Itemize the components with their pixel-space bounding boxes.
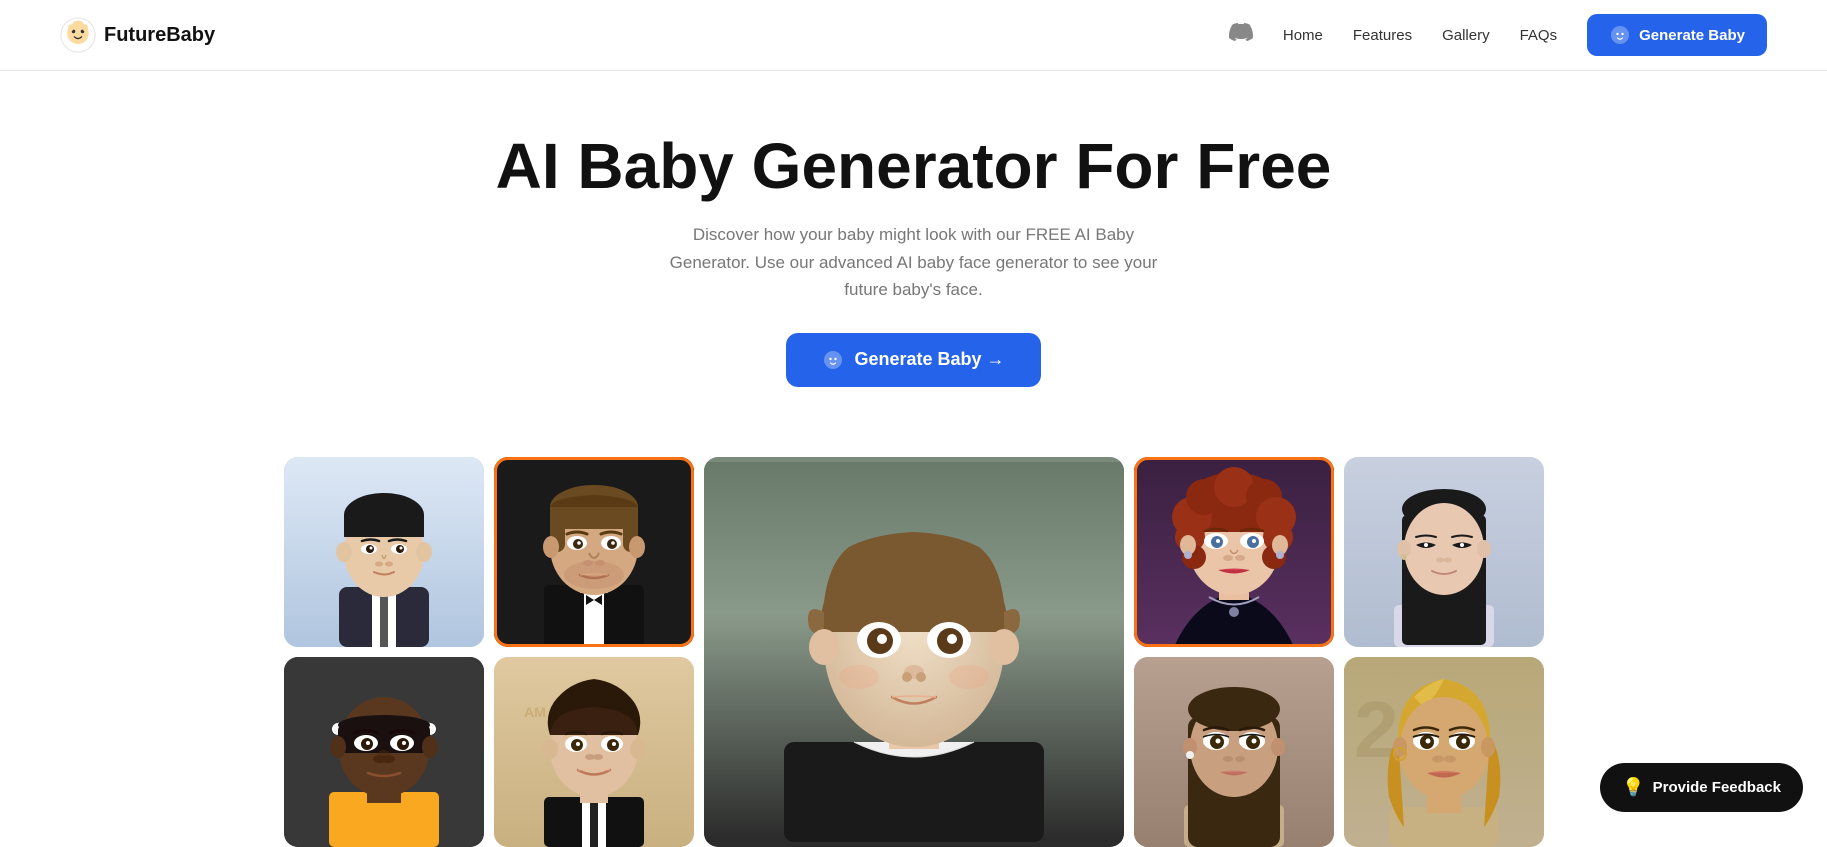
nav-home[interactable]: Home: [1283, 27, 1323, 44]
hero-section: AI Baby Generator For Free Discover how …: [0, 71, 1827, 427]
photo-kate: [1134, 457, 1334, 647]
photo-tom: AM A: [494, 657, 694, 847]
bulb-icon: 💡: [1622, 777, 1644, 798]
discord-icon[interactable]: [1229, 20, 1253, 50]
nav-right: Home Features Gallery FAQs Generate Baby: [1229, 14, 1767, 56]
logo-text: FutureBaby: [104, 24, 215, 47]
hero-subtitle: Discover how your baby might look with o…: [654, 221, 1174, 303]
logo-icon: [60, 17, 96, 53]
baby-icon-hero: [822, 349, 844, 371]
photo-zendaya: [1134, 657, 1334, 847]
feedback-label: Provide Feedback: [1653, 779, 1781, 796]
photo-leo: [494, 457, 694, 647]
svg-text:AM: AM: [524, 704, 546, 720]
provide-feedback-button[interactable]: 💡 Provide Feedback: [1600, 763, 1803, 812]
baby-icon: [1609, 24, 1631, 46]
photo-asian-female: [1344, 457, 1544, 647]
hero-cta-label: Generate Baby →: [854, 349, 1004, 370]
generate-baby-hero-button[interactable]: Generate Baby →: [786, 333, 1040, 387]
photo-lebron: [284, 657, 484, 847]
photo-beyonce: 2: [1344, 657, 1544, 847]
photo-kim: [284, 457, 484, 647]
logo[interactable]: FutureBaby: [60, 17, 215, 53]
nav-faqs[interactable]: FAQs: [1520, 27, 1558, 44]
nav-gallery[interactable]: Gallery: [1442, 27, 1490, 44]
navbar: FutureBaby Home Features Gallery FAQs Ge…: [0, 0, 1827, 71]
photo-baby-center: [704, 457, 1124, 847]
photo-grid: AM A: [0, 427, 1827, 847]
nav-features[interactable]: Features: [1353, 27, 1412, 44]
hero-title: AI Baby Generator For Free: [20, 131, 1807, 201]
generate-baby-nav-button[interactable]: Generate Baby: [1587, 14, 1767, 56]
